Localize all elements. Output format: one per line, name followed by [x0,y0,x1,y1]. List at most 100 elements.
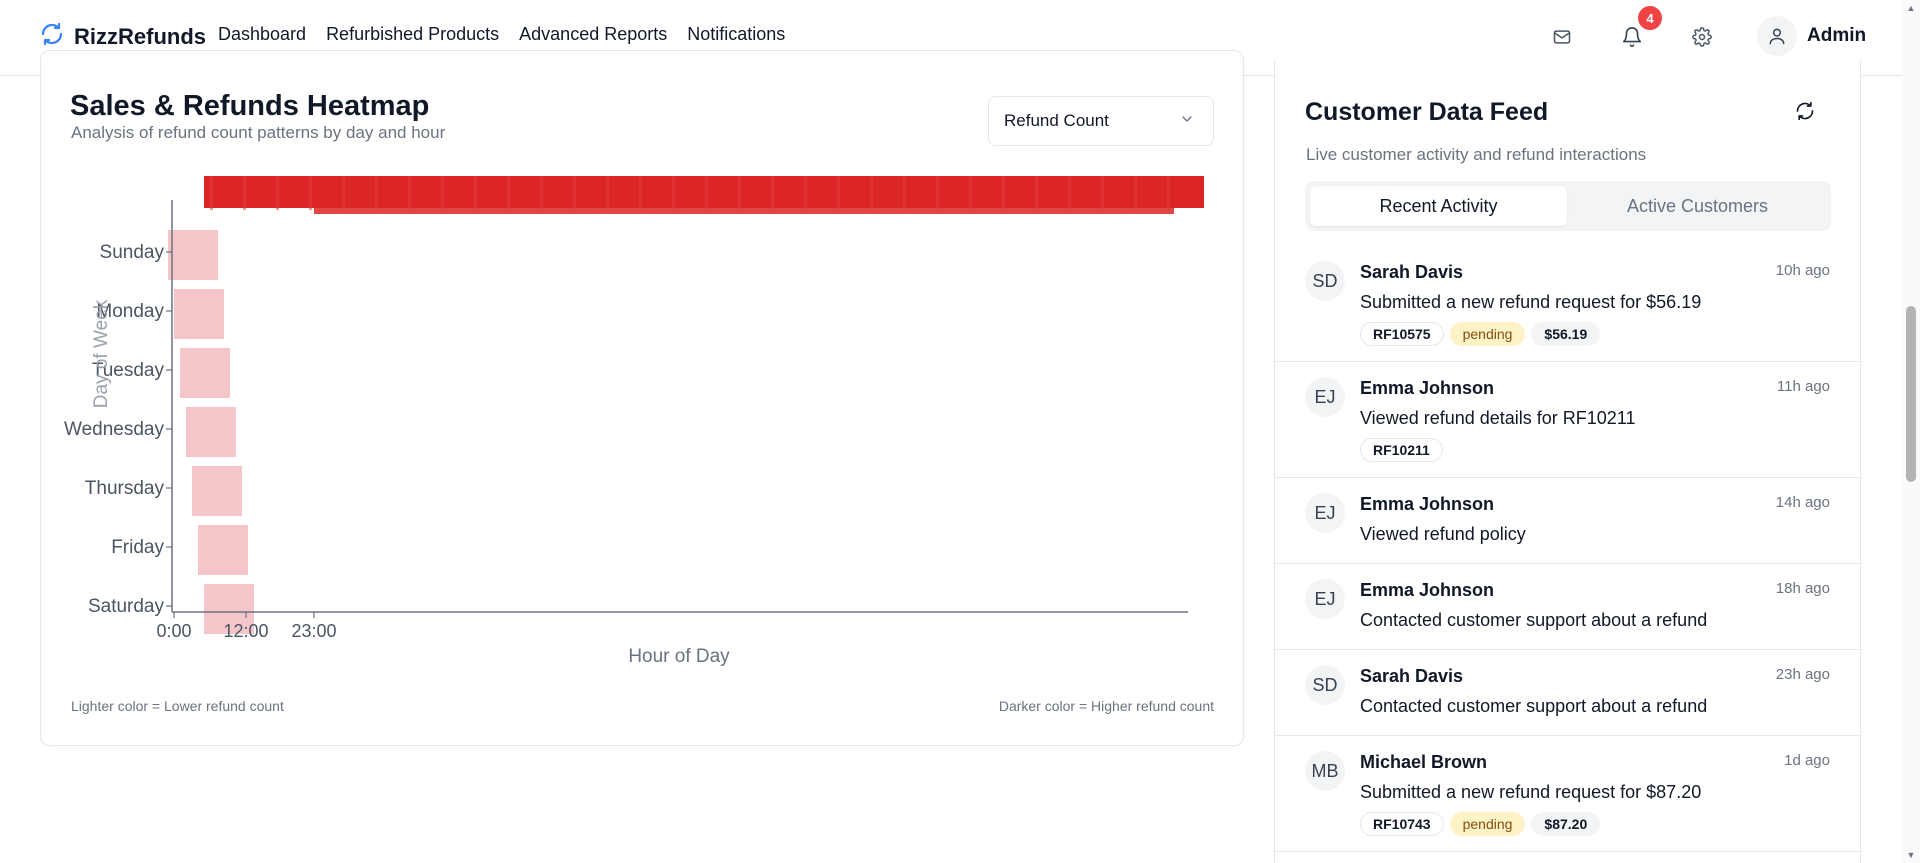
timestamp: 23h ago [1775,666,1830,683]
tab-active-customers[interactable]: Active Customers [1569,186,1826,226]
user-name: Admin [1807,25,1867,46]
tab-recent-activity[interactable]: Recent Activity [1310,186,1567,226]
y-tick-label: Sunday [100,242,165,263]
heatmap-cell [180,348,230,398]
timestamp: 18h ago [1775,580,1830,597]
notification-count-badge: 4 [1638,6,1662,30]
refund-id-tag: RF10575 [1360,322,1444,346]
activity-description: Submitted a new refund request for $56.1… [1360,292,1702,312]
timestamp: 14h ago [1775,494,1830,511]
page-scrollbar[interactable]: ▲ ▼ [1902,0,1920,863]
brand-name: RizzRefunds [74,23,206,49]
heatmap-band-streak [408,176,411,210]
y-tick-label: Thursday [85,478,165,499]
scrollbar-thumb[interactable] [1906,306,1916,482]
heatmap-band-streak [804,176,807,210]
tag-group: RF10743 pending $87.20 [1360,812,1601,836]
x-tick-label: 23:00 [291,621,336,641]
amount-tag: $56.19 [1531,322,1601,346]
heatmap-band-streak [1002,176,1005,210]
customer-name: Emma Johnson [1360,378,1495,398]
nav-advanced-reports[interactable]: Advanced Reports [519,24,667,45]
activity-description: Viewed refund policy [1360,524,1526,544]
heatmap-band-streak [837,176,840,210]
heatmap-band-streak [771,176,774,210]
nav-refurbished-products[interactable]: Refurbished Products [326,24,499,45]
activity-description: Contacted customer support about a refun… [1360,610,1708,630]
customer-name: Emma Johnson [1360,580,1495,600]
avatar: EJ [1305,579,1345,619]
list-item[interactable]: EJ Emma Johnson 11h ago Viewed refund de… [1275,362,1860,478]
scroll-up-arrow-icon[interactable]: ▲ [1902,0,1920,16]
heatmap-title: Sales & Refunds Heatmap [70,90,430,122]
heatmap-subtitle: Analysis of refund count patterns by day… [71,123,446,142]
heatmap-band-streak [507,176,510,210]
list-item[interactable]: MB Michael Brown 1d ago Submitted a new … [1275,736,1860,852]
settings-gear-icon[interactable] [1687,22,1717,52]
y-tick-label: Wednesday [64,419,164,440]
heatmap-band-streak [606,176,609,210]
timestamp: 1d ago [1784,752,1830,769]
heatmap-band-streak [375,176,378,210]
chevron-down-icon [1179,111,1195,132]
tag-group: RF10575 pending $56.19 [1360,322,1601,346]
metric-select[interactable]: Refund Count [988,96,1214,146]
heatmap-band-streak [474,176,477,210]
heatmap-band-streak [738,176,741,210]
refund-id-tag: RF10743 [1360,812,1444,836]
legend-low-note: Lighter color = Lower refund count [71,698,284,714]
avatar: SD [1305,261,1345,301]
list-item[interactable]: SD Sarah Davis 10h ago Submitted a new r… [1275,246,1860,362]
heatmap-band-streak [1035,176,1038,210]
heatmap-band-streak [705,176,708,210]
user-menu[interactable]: Admin [1757,16,1866,56]
customer-name: Emma Johnson [1360,494,1495,514]
timestamp: 11h ago [1776,378,1830,395]
heatmap-band-streak [1068,176,1071,210]
brand[interactable]: RizzRefunds [40,22,206,51]
activity-list: SD Sarah Davis 10h ago Submitted a new r… [1275,246,1860,852]
list-item[interactable]: SD Sarah Davis 23h ago Contacted custome… [1275,650,1860,736]
list-item[interactable]: EJ Emma Johnson 18h ago Contacted custom… [1275,564,1860,650]
avatar: EJ [1305,493,1345,533]
avatar: MB [1305,751,1345,791]
legend-high-note: Darker color = Higher refund count [998,698,1214,714]
user-icon [1757,16,1797,56]
main-nav: Dashboard Refurbished Products Advanced … [218,24,785,45]
refresh-logo-icon [40,22,64,51]
x-tick-label: 0:00 [156,621,191,641]
activity-description: Viewed refund details for RF10211 [1360,408,1636,428]
amount-tag: $87.20 [1531,812,1601,836]
heatmap-band-streak [870,176,873,210]
heatmap-band-streak [210,176,213,210]
y-tick-label: Saturday [88,596,165,617]
avatar: EJ [1305,377,1345,417]
heatmap-cell [174,289,224,339]
timestamp: 10h ago [1775,262,1830,279]
heatmap-band-streak [1167,176,1170,210]
list-item[interactable]: EJ Emma Johnson 14h ago Viewed refund po… [1275,478,1860,564]
mail-icon[interactable] [1547,22,1577,52]
feed-subtitle: Live customer activity and refund intera… [1306,145,1647,164]
metric-select-value: Refund Count [1004,111,1109,130]
heatmap-band-streak [276,176,279,210]
heatmap-band-streak [672,176,675,210]
heatmap-cell [198,525,248,575]
heatmap-overflow-band [204,176,1204,214]
heatmap-cell [186,407,236,457]
heatmap-band-streak [309,176,312,210]
heatmap-band-streak [540,176,543,210]
scroll-down-arrow-icon[interactable]: ▼ [1902,847,1920,863]
customer-name: Sarah Davis [1360,666,1464,686]
customer-name: Sarah Davis [1360,262,1464,282]
customer-name: Michael Brown [1360,752,1488,772]
feed-title: Customer Data Feed [1305,98,1549,126]
refresh-icon[interactable] [1792,98,1818,124]
heatmap-band-streak [573,176,576,210]
heatmap-band-streak [969,176,972,210]
activity-description: Contacted customer support about a refun… [1360,696,1708,716]
heatmap-band-streak [243,176,246,210]
nav-notifications[interactable]: Notifications [687,24,785,45]
nav-dashboard[interactable]: Dashboard [218,24,306,45]
heatmap-band-streak [441,176,444,210]
